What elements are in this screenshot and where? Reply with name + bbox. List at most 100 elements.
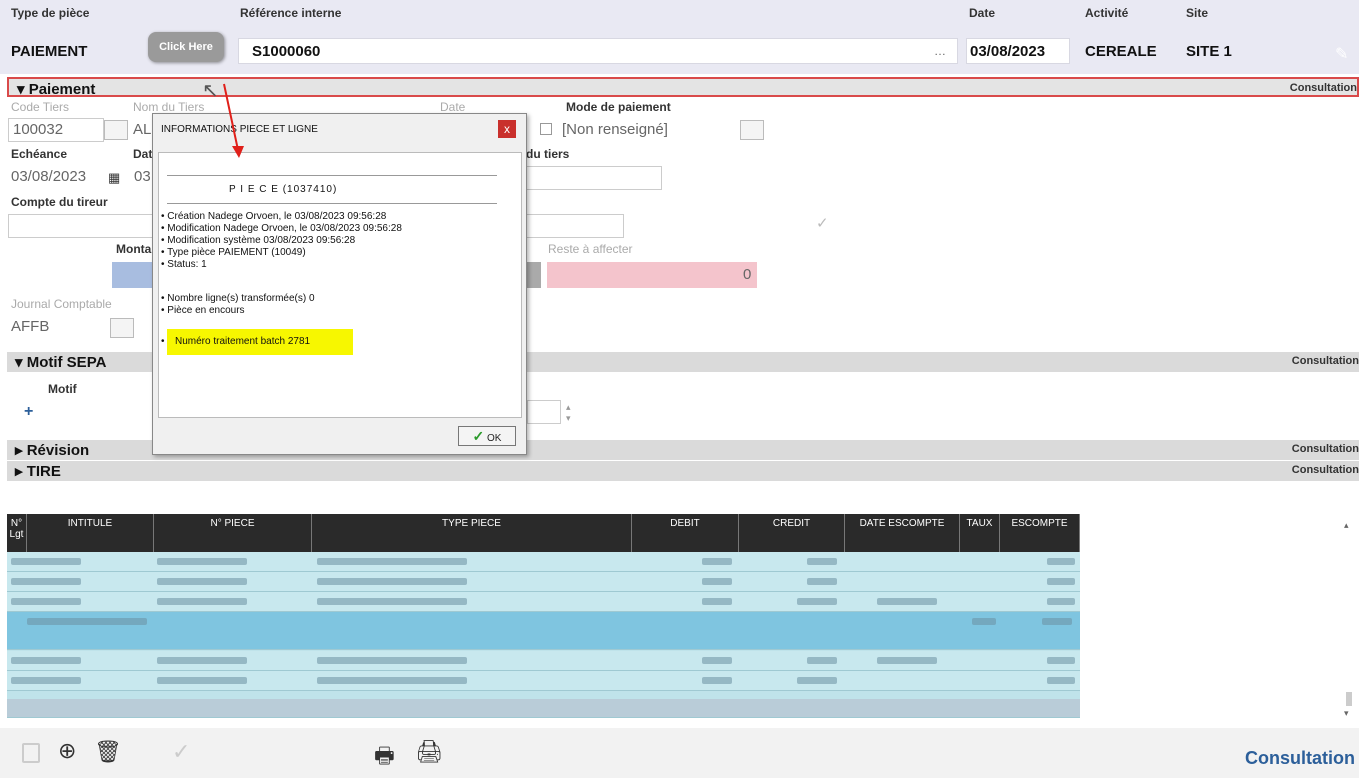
section-revision-title: ▸ Révision <box>15 442 90 459</box>
type-piece-text: • Type pièce PAIEMENT (10049) <box>161 247 306 258</box>
divider <box>167 175 497 176</box>
section-tire[interactable]: ▸ TIRE Consultation <box>7 461 1359 481</box>
compte-tireur-input[interactable] <box>8 214 156 238</box>
ok-label: OK <box>487 433 502 444</box>
mode-paiement-label: Mode de paiement <box>566 100 671 114</box>
date-label: Date <box>969 6 996 20</box>
mode-paiement-lookup-button[interactable] <box>740 120 764 140</box>
site-label: Site <box>1186 6 1209 20</box>
scroll-up-icon[interactable]: ▴ <box>1344 520 1349 531</box>
add-motif-icon[interactable]: + <box>24 403 33 421</box>
table-row[interactable] <box>7 572 1080 592</box>
add-circle-icon[interactable]: ⊕ <box>58 738 76 764</box>
nb-lignes-text: • Nombre ligne(s) transformée(s) 0 <box>161 293 315 304</box>
ellipsis-button[interactable]: … <box>934 44 946 58</box>
col-header[interactable]: DATE ESCOMPTE <box>845 514 960 552</box>
date-field-label: Date <box>440 100 466 114</box>
table-row[interactable] <box>7 671 1080 691</box>
document-icon[interactable] <box>22 743 40 763</box>
batch-text: Numéro traitement batch 2781 <box>175 336 311 347</box>
lines-table: N° Lgt INTITULE N° PIECE TYPE PIECE DEBI… <box>7 514 1080 718</box>
ref-interne-value: S1000060 <box>252 43 321 60</box>
compte-tireur-input-2[interactable] <box>526 214 624 238</box>
section-motif-sepa-title: ▾ Motif SEPA <box>15 354 107 371</box>
activite-label: Activité <box>1085 6 1129 20</box>
table-row[interactable] <box>7 552 1080 572</box>
section-motif-sepa-consultation: Consultation <box>1291 355 1359 367</box>
col-header[interactable]: TAUX <box>960 514 1000 552</box>
mode-paiement-value: [Non renseigné] <box>562 121 668 138</box>
creation-text: • Création Nadege Orvoen, le 03/08/2023 … <box>161 211 387 222</box>
divider <box>167 203 497 204</box>
print-preview-icon[interactable]: 🖨 <box>415 739 443 765</box>
col-header[interactable]: TYPE PIECE <box>312 514 632 552</box>
motif-label: Motif <box>48 382 77 396</box>
motif-spinner-icon[interactable]: ▴ ▾ <box>566 402 571 424</box>
du-tiers-input[interactable] <box>526 166 662 190</box>
code-tiers-value: 100032 <box>13 121 64 138</box>
edit-icon[interactable]: ✎ <box>1335 44 1348 64</box>
echeance-calendar-icon[interactable]: ▦ <box>108 170 120 186</box>
compte-tireur-label: Compte du tireur <box>11 195 108 209</box>
journal-label: Journal Comptable <box>11 297 112 311</box>
table-row[interactable] <box>7 651 1080 671</box>
print-icon[interactable]: 🖶 <box>374 739 395 777</box>
montant-input[interactable] <box>112 262 156 288</box>
ref-interne-input[interactable] <box>238 38 958 64</box>
scroll-down-icon[interactable]: ▾ <box>1344 708 1349 719</box>
footer-consultation[interactable]: Consultation <box>1245 748 1355 769</box>
ref-interne-label: Référence interne <box>240 6 342 20</box>
check-icon: ✓ <box>816 215 829 232</box>
table-row-selected[interactable] <box>7 612 1080 650</box>
dat-value: 03 <box>134 168 151 185</box>
table-row-empty <box>7 699 1080 718</box>
ok-button[interactable]: ✓ OK <box>458 426 516 446</box>
calendar-icon[interactable] <box>540 123 552 135</box>
echeance-label: Echéance <box>11 147 68 161</box>
encours-text: • Pièce en encours <box>161 305 245 316</box>
motif-input[interactable] <box>527 400 561 424</box>
table-scrollbar[interactable]: ▴ ▾ <box>1344 520 1356 720</box>
col-header[interactable]: CREDIT <box>739 514 845 552</box>
check-icon: ✓ <box>472 428 485 444</box>
site-value: SITE 1 <box>1186 43 1232 60</box>
col-header[interactable]: N° Lgt <box>7 514 27 552</box>
echeance-value: 03/08/2023 <box>11 168 87 185</box>
scroll-thumb[interactable] <box>1346 692 1352 706</box>
type-piece-label: Type de pièce <box>11 6 90 20</box>
activite-value: CEREALE <box>1085 43 1157 60</box>
montant-side-button[interactable] <box>527 262 541 288</box>
type-piece-value: PAIEMENT <box>11 43 88 60</box>
bottom-toolbar: ⊕ 🗑 ✓ 🖶 🖨 Consultation <box>0 728 1359 778</box>
reste-label: Reste à affecter <box>548 242 633 256</box>
reste-field <box>547 262 757 288</box>
close-icon[interactable]: x <box>498 120 516 138</box>
du-tiers-label: du tiers <box>526 147 570 161</box>
modification-text: • Modification Nadege Orvoen, le 03/08/2… <box>161 223 402 234</box>
col-header[interactable]: ESCOMPTE <box>1000 514 1080 552</box>
code-tiers-label: Code Tiers <box>11 100 70 114</box>
modif-systeme-text: • Modification système 03/08/2023 09:56:… <box>161 235 356 246</box>
cursor-icon: ↖ <box>202 80 219 102</box>
table-row[interactable] <box>7 592 1080 612</box>
montant-label: Monta <box>116 242 152 256</box>
reste-value: 0 <box>743 266 752 283</box>
section-paiement-consultation: Consultation <box>1289 82 1357 94</box>
trash-icon[interactable]: 🗑 <box>94 739 122 765</box>
journal-value: AFFB <box>11 318 50 335</box>
code-tiers-lookup-button[interactable] <box>104 120 128 140</box>
col-header[interactable]: DEBIT <box>632 514 739 552</box>
info-dialog: INFORMATIONS PIECE ET LIGNE x P I E C E … <box>152 113 527 455</box>
status-text: • Status: 1 <box>161 259 207 270</box>
journal-lookup-button[interactable] <box>110 318 134 338</box>
date-value: 03/08/2023 <box>970 43 1046 60</box>
section-paiement-title: ▾ Paiement <box>17 81 96 98</box>
piece-heading: P I E C E (1037410) <box>229 184 338 195</box>
table-header: N° Lgt INTITULE N° PIECE TYPE PIECE DEBI… <box>7 514 1080 552</box>
validate-icon[interactable]: ✓ <box>172 739 190 765</box>
batch-bullet: • <box>161 336 165 347</box>
nom-tiers-value: AL <box>133 121 152 138</box>
col-header[interactable]: N° PIECE <box>154 514 312 552</box>
col-header[interactable]: INTITULE <box>27 514 154 552</box>
dialog-body: P I E C E (1037410) • Création Nadege Or… <box>158 152 522 418</box>
